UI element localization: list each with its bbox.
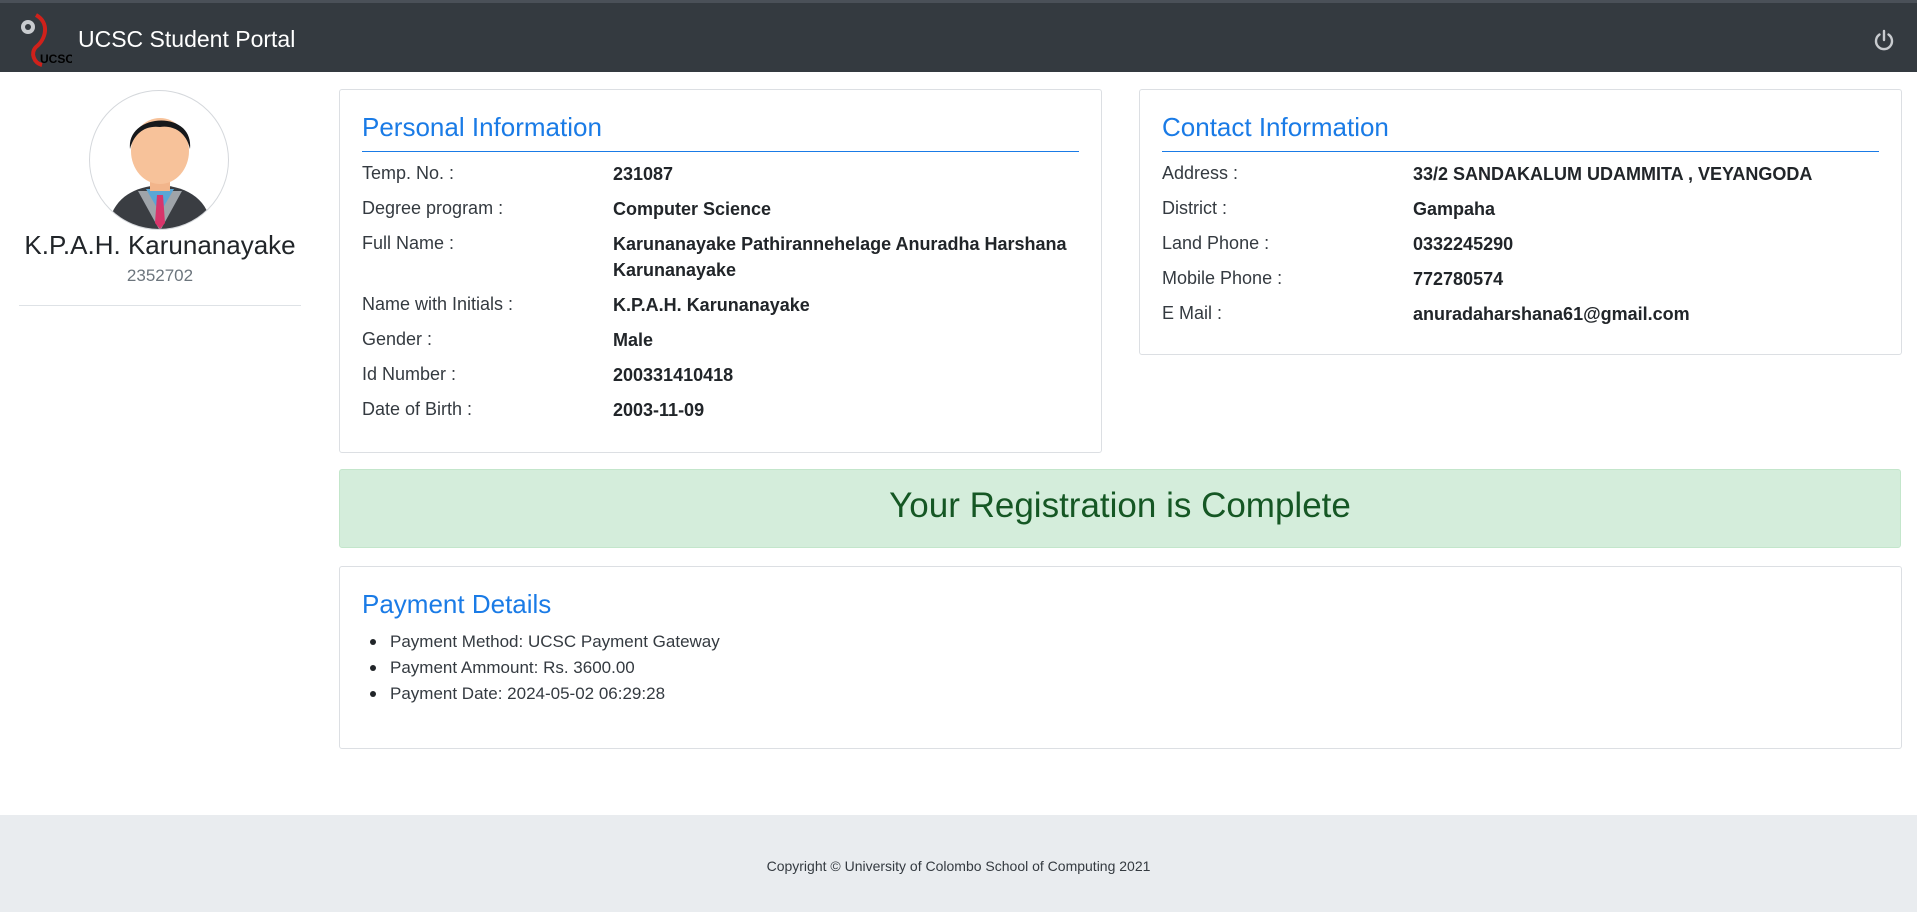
list-item: Payment Date: 2024-05-02 06:29:28 [370, 681, 720, 707]
full-name-label: Full Name : [362, 233, 455, 253]
full-name-value: Karunanayake Pathirannehelage Anuradha H… [613, 234, 1067, 280]
footer: Copyright © University of Colombo School… [0, 815, 1917, 912]
land-phone-value: 0332245290 [1413, 234, 1514, 254]
payment-amount: Payment Ammount: Rs. 3600.00 [390, 658, 635, 677]
id-number-label: Id Number : [362, 364, 457, 384]
top-navbar: UCSC UCSC Student Portal [0, 0, 1917, 72]
title-underline [1162, 151, 1879, 152]
payment-date: Payment Date: 2024-05-02 06:29:28 [390, 684, 666, 703]
power-icon[interactable] [1872, 28, 1896, 52]
profile-student-id: 2352702 [126, 266, 194, 285]
bullet-icon [370, 691, 376, 697]
list-item: Payment Ammount: Rs. 3600.00 [370, 655, 720, 681]
svg-text:UCSC: UCSC [40, 52, 72, 66]
user-avatar-icon [108, 118, 212, 229]
address-value: 33/2 SANDAKALUM UDAMMITA , VEYANGODA [1413, 164, 1813, 184]
date-of-birth-value: 2003-11-09 [613, 400, 705, 420]
temp-no-label: Temp. No. : [362, 163, 455, 183]
personal-information-card: Personal Information Temp. No. : 231087 … [339, 89, 1102, 453]
degree-program-label: Degree program : [362, 198, 504, 218]
avatar [89, 90, 229, 230]
registration-complete-alert: Your Registration is Complete [339, 469, 1901, 548]
email-value: anuradaharshana61@gmail.com [1413, 304, 1690, 324]
contact-information-title: Contact Information [1162, 112, 1389, 142]
district-label: District : [1162, 198, 1227, 218]
gender-value: Male [613, 330, 654, 350]
copyright-text: Copyright © University of Colombo School… [766, 858, 1151, 874]
divider [19, 305, 301, 306]
profile-name: K.P.A.H. Karunanayake [24, 230, 296, 260]
contact-information-card: Contact Information Address : 33/2 SANDA… [1139, 89, 1902, 355]
temp-no-value: 231087 [613, 164, 674, 184]
ucsc-logo-icon[interactable]: UCSC [16, 13, 72, 67]
payment-details-list: Payment Method: UCSC Payment Gateway Pay… [370, 629, 720, 707]
bullet-icon [370, 639, 376, 645]
address-label: Address : [1162, 163, 1239, 183]
title-underline [362, 151, 1079, 152]
id-number-value: 200331410418 [613, 365, 734, 385]
gender-label: Gender : [362, 329, 433, 349]
degree-program-value: Computer Science [613, 199, 772, 219]
list-item: Payment Method: UCSC Payment Gateway [370, 629, 720, 655]
payment-method: Payment Method: UCSC Payment Gateway [390, 632, 720, 651]
mobile-phone-value: 772780574 [1413, 269, 1504, 289]
email-label: E Mail : [1162, 303, 1223, 323]
registration-message: Your Registration is Complete [889, 486, 1351, 525]
mobile-phone-label: Mobile Phone : [1162, 268, 1283, 288]
name-with-initials-label: Name with Initials : [362, 294, 514, 314]
name-with-initials-value: K.P.A.H. Karunanayake [613, 295, 810, 315]
land-phone-label: Land Phone : [1162, 233, 1270, 253]
date-of-birth-label: Date of Birth : [362, 399, 473, 419]
payment-details-card: Payment Details Payment Method: UCSC Pay… [339, 566, 1902, 749]
payment-details-title: Payment Details [362, 589, 552, 619]
brand-title[interactable]: UCSC Student Portal [78, 26, 295, 53]
personal-information-title: Personal Information [362, 112, 602, 142]
bullet-icon [370, 665, 376, 671]
district-value: Gampaha [1413, 199, 1496, 219]
